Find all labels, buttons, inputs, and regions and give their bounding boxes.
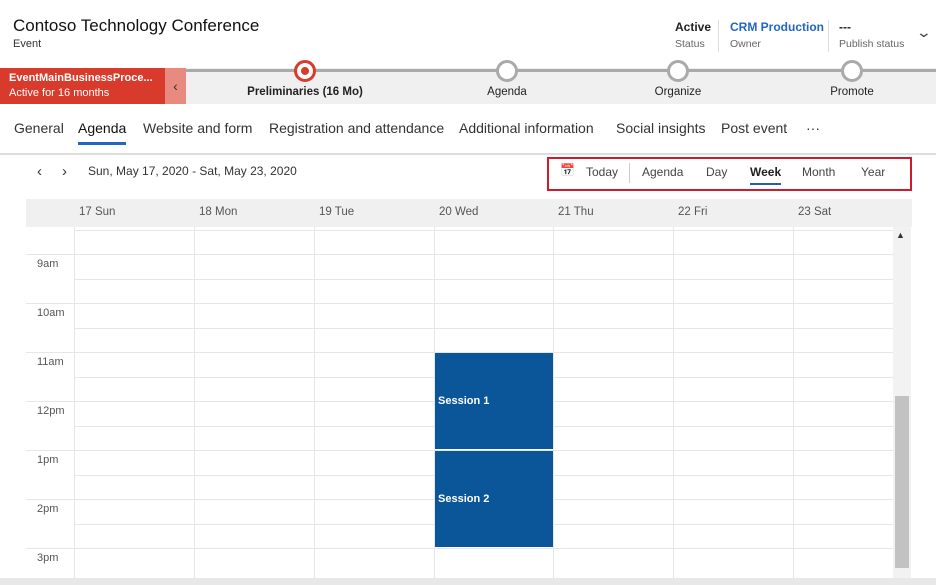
entity-type: Event <box>13 38 42 50</box>
hour-line <box>26 254 893 255</box>
tab-registration-and-attendance[interactable]: Registration and attendance <box>269 120 444 136</box>
day-header: 19 Tue <box>319 206 355 218</box>
today-button[interactable]: Today <box>586 165 618 179</box>
day-header: 22 Fri <box>678 206 708 218</box>
view-week[interactable]: Week <box>750 165 782 185</box>
view-day[interactable]: Day <box>706 165 727 179</box>
week-grid[interactable]: 9am 10am 11am 12pm 1pm 2pm 3pm Session 1 Session… <box>26 227 893 579</box>
stage-promote[interactable]: Promote <box>782 60 922 98</box>
tab-agenda[interactable]: Agenda <box>78 120 127 145</box>
time-label: 10am <box>37 307 65 319</box>
stage-label: Promote <box>830 86 874 98</box>
day-header: 21 Thu <box>558 206 594 218</box>
process-flag[interactable]: EventMainBusinessProce... Active for 16 m… <box>0 68 165 104</box>
divider <box>828 20 829 52</box>
hour-line <box>26 303 893 304</box>
stage-agenda[interactable]: Agenda <box>437 60 577 98</box>
session-event[interactable]: Session 1 <box>435 353 553 449</box>
time-label: 3pm <box>37 552 59 564</box>
half-hour-line <box>74 328 893 329</box>
scroll-up-arrow-icon[interactable]: ▲ <box>896 230 905 240</box>
day-header: 20 Wed <box>439 206 479 218</box>
view-month[interactable]: Month <box>802 165 835 179</box>
day-header: 23 Sat <box>798 206 832 218</box>
tab-general[interactable]: General <box>14 120 64 136</box>
session-title: Session 1 <box>438 395 490 407</box>
stage-label: Organize <box>654 86 702 98</box>
stage-organize[interactable]: Organize <box>608 60 748 98</box>
stage-label: Preliminaries (16 Mo) <box>247 86 363 98</box>
expand-header-chevron-icon[interactable]: ⌄ <box>916 24 932 41</box>
day-header: 18 Mon <box>199 206 238 218</box>
status-field: Active Status <box>675 20 711 50</box>
day-header-row: 17 Sun 18 Mon 19 Tue 20 Wed 21 Thu 22 Fri 23 S… <box>26 199 912 227</box>
stage-icon <box>496 60 518 82</box>
publish-status-label: Publish status <box>839 38 905 50</box>
hour-line <box>26 548 893 549</box>
record-title: Contoso Technology Conference <box>13 16 260 35</box>
status-value: Active <box>675 20 712 34</box>
stage-icon <box>841 60 863 82</box>
more-tabs-button[interactable]: ··· <box>806 120 820 136</box>
stage-preliminaries[interactable]: Preliminaries (16 Mo) <box>235 60 375 98</box>
divider <box>629 163 630 183</box>
form-tabs: General Agenda Website and form Registra… <box>0 105 936 155</box>
half-hour-line <box>74 230 893 231</box>
owner-link[interactable]: CRM Production <box>730 20 824 34</box>
publish-status-value: --- <box>839 20 851 34</box>
time-label: 9am <box>37 258 59 270</box>
scrollbar-thumb[interactable] <box>895 396 909 568</box>
publish-status-field: --- Publish status <box>839 20 904 50</box>
tab-additional-information[interactable]: Additional information <box>459 120 594 136</box>
next-week-icon[interactable]: › <box>62 163 67 180</box>
owner-field: CRM Production Owner <box>730 20 824 50</box>
process-duration: Active for 16 months <box>9 87 110 99</box>
half-hour-line <box>74 279 893 280</box>
session-title: Session 2 <box>438 493 490 505</box>
divider <box>718 20 719 52</box>
time-label: 1pm <box>37 454 59 466</box>
stage-icon <box>667 60 689 82</box>
time-label: 11am <box>37 356 64 368</box>
process-name: EventMainBusinessProce... <box>9 72 153 84</box>
calendar-icon: 📅 <box>560 163 575 177</box>
view-switcher: 📅 Today Agenda Day Week Month Year <box>547 157 912 191</box>
previous-week-icon[interactable]: ‹ <box>37 163 42 180</box>
bottom-border <box>0 578 936 585</box>
owner-label: Owner <box>730 38 761 50</box>
tab-website-and-form[interactable]: Website and form <box>143 120 252 136</box>
view-agenda[interactable]: Agenda <box>642 165 683 179</box>
day-header: 17 Sun <box>79 206 116 218</box>
time-label: 2pm <box>37 503 59 515</box>
date-range: Sun, May 17, 2020 - Sat, May 23, 2020 <box>88 164 297 178</box>
status-label: Status <box>675 38 705 50</box>
tab-post-event[interactable]: Post event <box>721 120 787 136</box>
view-year[interactable]: Year <box>861 165 885 179</box>
stage-active-icon <box>294 60 316 82</box>
tab-social-insights[interactable]: Social insights <box>616 120 706 136</box>
collapse-chevron-left-icon[interactable]: ‹ <box>165 68 186 104</box>
session-event[interactable]: Session 2 <box>435 451 553 547</box>
time-label: 12pm <box>37 405 65 417</box>
stage-label: Agenda <box>487 86 527 98</box>
